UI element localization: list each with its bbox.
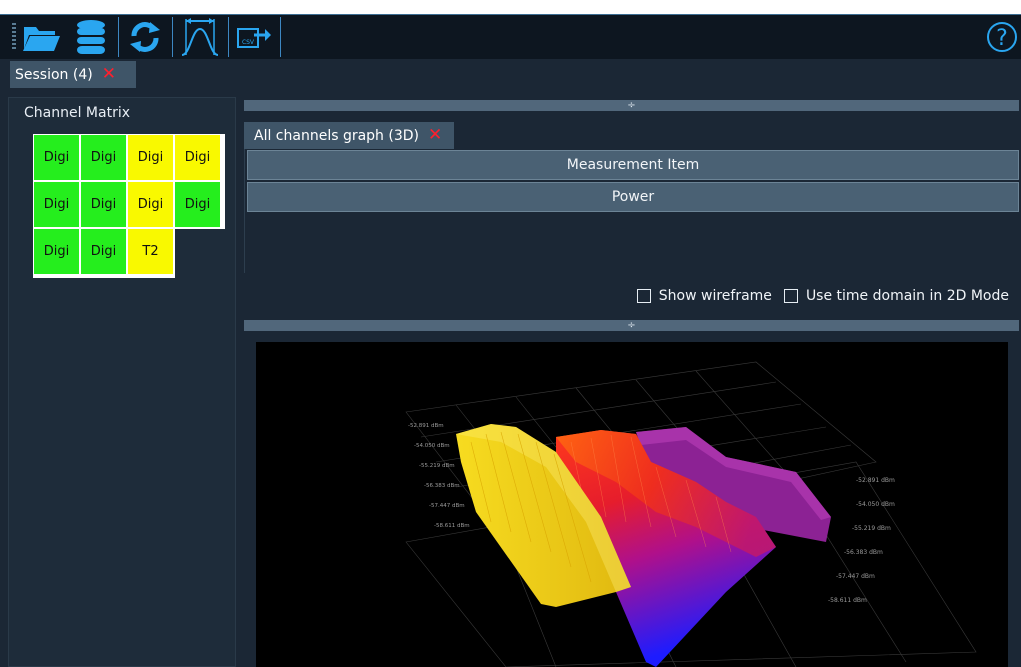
axis-tick-label: -52.891 dBm <box>856 477 895 484</box>
graph-tab-label: All channels graph (3D) <box>254 127 419 144</box>
matrix-cell[interactable]: Digi <box>175 182 220 227</box>
matrix-cell[interactable]: T2 <box>128 229 173 274</box>
toolbar-grip[interactable] <box>12 23 16 51</box>
help-button[interactable]: ? <box>984 15 1020 59</box>
tab-session[interactable]: Session (4) ✕ <box>10 61 136 88</box>
export-button[interactable]: CSV <box>232 15 276 59</box>
export-icon: CSV <box>236 23 272 51</box>
axis-tick-label: -54.050 dBm <box>856 501 895 508</box>
matrix-cell[interactable]: Digi <box>128 135 173 180</box>
app-window: CSV ? Session (4) ✕ Channel Matrix Digi <box>0 14 1021 667</box>
toolbar-separator <box>280 17 281 57</box>
close-icon[interactable]: ✕ <box>428 127 442 144</box>
filter-icon <box>180 17 220 57</box>
session-tab-label: Session (4) <box>15 66 93 83</box>
splitter-handle[interactable]: ÷ <box>244 100 1019 111</box>
table-header[interactable]: Measurement Item <box>247 150 1019 180</box>
refresh-button[interactable] <box>122 15 168 59</box>
splitter-handle[interactable]: ÷ <box>244 320 1019 331</box>
axis-tick-label: -58.611 dBm <box>828 597 867 604</box>
matrix-cell[interactable]: Digi <box>81 135 126 180</box>
channel-matrix-grid: Digi Digi Digi Digi Digi Digi Digi Digi … <box>33 134 225 278</box>
svg-text:?: ? <box>996 26 1008 51</box>
table-row[interactable]: Power <box>247 182 1019 212</box>
matrix-cell[interactable]: Digi <box>175 135 220 180</box>
close-icon[interactable]: ✕ <box>102 66 116 83</box>
tab-all-channels-graph[interactable]: All channels graph (3D) ✕ <box>244 122 454 149</box>
axis-tick-label: -56.383 dBm <box>424 483 460 489</box>
help-icon: ? <box>986 21 1018 53</box>
time-domain-option[interactable]: Use time domain in 2D Mode <box>783 288 1009 304</box>
show-wireframe-checkbox[interactable] <box>636 289 651 303</box>
axis-tick-label: -54.050 dBm <box>414 443 450 449</box>
time-domain-checkbox[interactable] <box>783 289 798 303</box>
filter-button[interactable] <box>176 15 224 59</box>
database-icon <box>75 19 107 55</box>
matrix-cell[interactable]: Digi <box>81 229 126 274</box>
matrix-cell[interactable]: Digi <box>34 182 79 227</box>
svg-text:CSV: CSV <box>242 39 255 46</box>
axis-tick-label: -57.447 dBm <box>836 573 875 580</box>
right-axis-labels: -52.891 dBm -54.050 dBm -55.219 dBm -56.… <box>828 477 895 604</box>
matrix-cell[interactable]: Digi <box>34 229 79 274</box>
measurement-table: Measurement Item Power <box>244 149 1020 273</box>
matrix-cell[interactable]: Digi <box>34 135 79 180</box>
axis-tick-label: -58.611 dBm <box>434 523 470 529</box>
axis-tick-label: -55.219 dBm <box>852 525 891 532</box>
channel-matrix-title: Channel Matrix <box>24 105 131 121</box>
3d-graph-canvas[interactable]: -52.891 dBm -54.050 dBm -55.219 dBm -56.… <box>256 342 1008 667</box>
matrix-cell[interactable]: Digi <box>81 182 126 227</box>
refresh-icon <box>128 20 162 54</box>
matrix-empty-slot <box>175 229 225 278</box>
time-domain-label: Use time domain in 2D Mode <box>805 288 1009 304</box>
channel-matrix-panel: Channel Matrix Digi Digi Digi Digi Digi … <box>8 97 236 667</box>
database-button[interactable] <box>68 15 114 59</box>
open-folder-icon <box>21 21 61 53</box>
toolbar-separator <box>172 17 173 57</box>
axis-tick-label: -56.383 dBm <box>844 549 883 556</box>
3d-surface-plot: -52.891 dBm -54.050 dBm -55.219 dBm -56.… <box>405 361 977 667</box>
matrix-cell[interactable]: Digi <box>128 182 173 227</box>
axis-tick-label: -52.891 dBm <box>408 423 444 429</box>
show-wireframe-label: Show wireframe <box>658 288 772 304</box>
toolbar-separator <box>118 17 119 57</box>
show-wireframe-option[interactable]: Show wireframe <box>636 288 772 304</box>
toolbar-separator <box>228 17 229 57</box>
axis-tick-label: -55.219 dBm <box>419 463 455 469</box>
graph-options: Show wireframe Use time domain in 2D Mod… <box>625 288 1009 304</box>
axis-tick-label: -57.447 dBm <box>429 503 465 509</box>
open-folder-button[interactable] <box>20 15 62 59</box>
toolbar: CSV ? <box>0 14 1021 59</box>
